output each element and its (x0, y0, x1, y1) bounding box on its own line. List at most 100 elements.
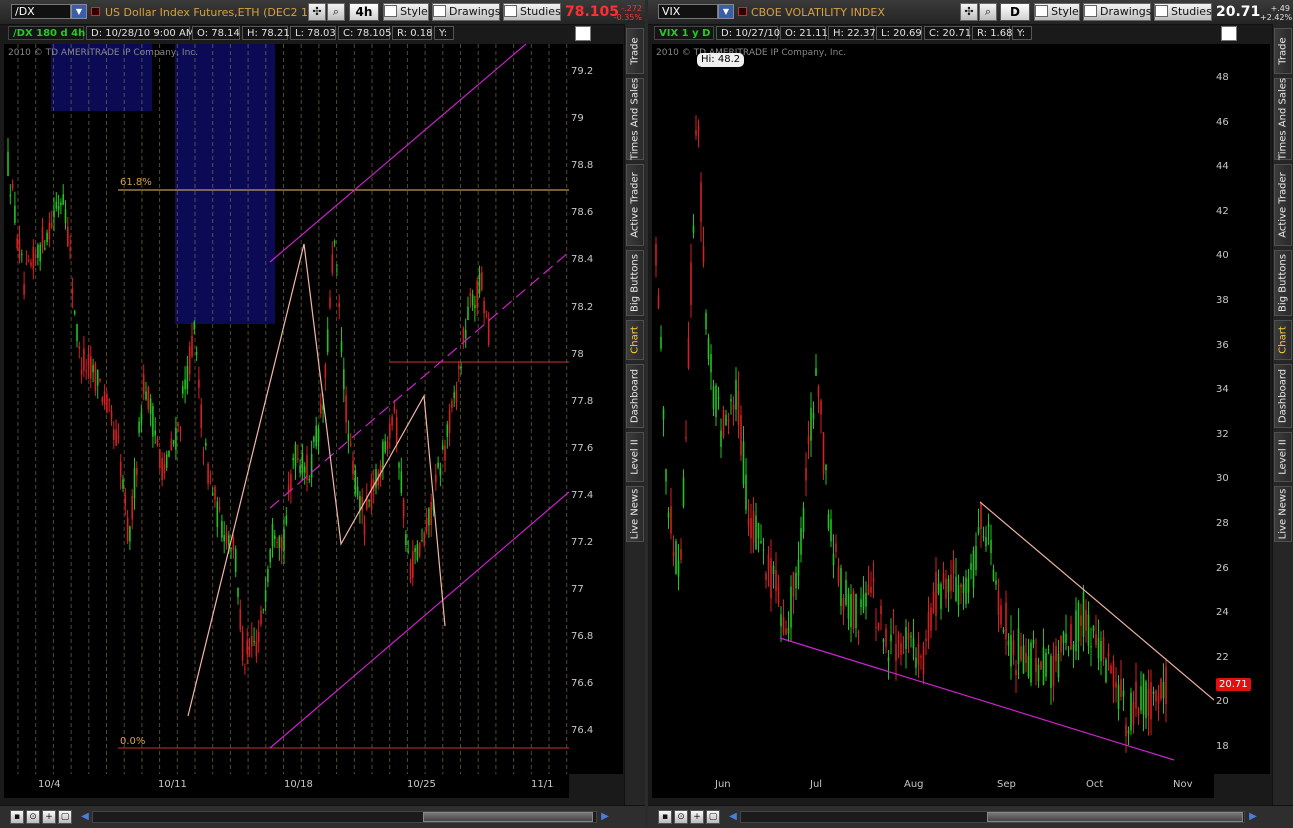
left-style-button[interactable]: Style (383, 3, 429, 21)
candle-body (382, 441, 384, 470)
time-axis-tick: Sep (997, 779, 1016, 790)
candle-body (439, 467, 442, 476)
candle-body (732, 404, 735, 410)
right-zoom-out-button[interactable]: ▪ (658, 810, 672, 824)
right-scrollbar[interactable] (740, 811, 1245, 823)
left-chart-panel: /DX ▼ US Dollar Index Futures,ETH (DEC2 … (0, 0, 645, 828)
sidebar-tab-level-ii[interactable]: Level II (1274, 432, 1292, 482)
candle-body (1047, 648, 1050, 650)
right-scroll-left-icon[interactable]: ◀ (728, 810, 738, 824)
sidebar-tab-trade[interactable]: Trade (626, 28, 644, 74)
candle-body (1037, 664, 1040, 681)
candle-body (690, 262, 692, 306)
candle-body (1130, 692, 1132, 731)
right-aggregation-button[interactable]: D (1000, 3, 1030, 21)
sidebar-tab-label: Times And Sales (1277, 77, 1289, 161)
right-zoom-in-button[interactable]: + (690, 810, 704, 824)
candle-body (251, 635, 253, 647)
left-scroll-left-icon[interactable]: ◀ (80, 810, 90, 824)
sidebar-tab-chart[interactable]: Chart (626, 320, 644, 360)
candle-body (90, 356, 92, 379)
right-style-button[interactable]: Style (1034, 3, 1080, 21)
left-price-axis[interactable]: 79.2 79 78.8 78.6 78.4 78.2 78 77.8 77.6 77.4 77.2… (569, 44, 623, 774)
right-zoom-options-button[interactable]: ▢ (706, 810, 720, 824)
right-drawings-button[interactable]: Drawings (1083, 3, 1151, 21)
candle-body (444, 445, 446, 461)
right-favorite-icon[interactable] (738, 7, 747, 16)
candle-body (1087, 614, 1090, 646)
right-time-axis[interactable]: Jun Jul Aug Sep Oct Nov (652, 774, 1214, 798)
right-crosshair-tool-button[interactable]: ✣ (960, 3, 978, 21)
sidebar-tab-active-trader[interactable]: Active Trader (1274, 164, 1292, 246)
left-symbol-description: US Dollar Index Futures,ETH (DEC2 10) (105, 6, 320, 19)
left-time-axis[interactable]: 10/4 10/11 10/18 10/25 11/1 (4, 774, 569, 798)
candle-body (336, 264, 338, 266)
sidebar-tab-live-news[interactable]: Live News (626, 486, 644, 542)
left-symbol-dropdown-icon[interactable]: ▼ (71, 4, 87, 19)
sidebar-tab-times-and-sales[interactable]: Times And Sales (1274, 78, 1292, 160)
candle-body (485, 310, 488, 312)
left-studies-button[interactable]: Studies (503, 3, 561, 21)
candle-body (471, 294, 474, 306)
left-info-range: R: 0.18 (392, 26, 432, 40)
candle-body (872, 577, 875, 583)
candle-body (317, 428, 320, 442)
candle-body (792, 572, 795, 597)
candle-body (805, 467, 807, 481)
sidebar-tab-active-trader[interactable]: Active Trader (626, 164, 644, 246)
right-studies-button[interactable]: Studies (1154, 3, 1212, 21)
candle-body (755, 515, 757, 550)
candle-body (922, 645, 925, 675)
right-zoom-fit-button[interactable]: ⊙ (674, 810, 688, 824)
right-info-low: L: 20.69 (876, 26, 922, 40)
sidebar-tab-big-buttons[interactable]: Big Buttons (626, 250, 644, 316)
sidebar-tab-big-buttons[interactable]: Big Buttons (1274, 250, 1292, 316)
candle-body (965, 577, 967, 605)
left-zoom-in-button[interactable]: + (42, 810, 56, 824)
sidebar-tab-trade[interactable]: Trade (1274, 28, 1292, 74)
left-scroll-right-icon[interactable]: ▶ (600, 810, 610, 824)
left-zoom-tool-button[interactable]: ⌕ (327, 3, 345, 21)
right-symbol-dropdown-icon[interactable]: ▼ (718, 4, 734, 19)
left-drawings-button[interactable]: Drawings (432, 3, 500, 21)
right-zoom-tool-button[interactable]: ⌕ (979, 3, 997, 21)
left-scroll-thumb[interactable] (423, 812, 593, 822)
sidebar-tab-dashboard[interactable]: Dashboard (1274, 364, 1292, 428)
sidebar-tab-chart[interactable]: Chart (1274, 320, 1292, 360)
candle-body (92, 365, 94, 373)
sidebar-tab-times-and-sales[interactable]: Times And Sales (626, 78, 644, 160)
candle-body (94, 363, 97, 392)
sidebar-tab-dashboard[interactable]: Dashboard (626, 364, 644, 428)
candle-body (737, 391, 740, 425)
candle-body (955, 576, 957, 601)
candle-body (53, 209, 55, 218)
right-scroll-thumb[interactable] (987, 812, 1243, 822)
left-favorite-icon[interactable] (91, 7, 100, 16)
left-chart-area[interactable]: 2010 © TD AMERITRADE IP Company, Inc. 61… (4, 44, 569, 774)
right-chart-area[interactable]: 2010 © TD AMERITRADE IP Company, Inc. Hi… (652, 44, 1214, 774)
right-chart-settings-icon[interactable] (1221, 26, 1237, 41)
candle-body (960, 584, 962, 588)
sidebar-tab-level-ii[interactable]: Level II (626, 432, 644, 482)
left-crosshair-tool-button[interactable]: ✣ (308, 3, 326, 21)
candle-body (241, 631, 244, 661)
candle-body (299, 465, 301, 473)
right-scroll-right-icon[interactable]: ▶ (1248, 810, 1258, 824)
left-symbol-input[interactable]: /DX (11, 4, 71, 19)
left-scrollbar[interactable] (92, 811, 597, 823)
left-aggregation-button[interactable]: 4h (349, 3, 379, 21)
left-zoom-options-button[interactable]: ▢ (58, 810, 72, 824)
candle-body (175, 427, 177, 450)
left-chart-settings-icon[interactable] (575, 26, 591, 41)
left-zoom-fit-button[interactable]: ⊙ (26, 810, 40, 824)
candle-body (30, 262, 32, 266)
left-fib-618-label: 61.8% (120, 177, 152, 188)
right-symbol-input[interactable]: VIX (658, 4, 718, 19)
candle-body (1025, 653, 1027, 664)
right-price-axis[interactable]: 20.71 48 46 44 42 40 38 36 34 32 30 28 26 24 22 20 18 (1214, 44, 1270, 774)
candle-body (464, 329, 467, 339)
candle-body (437, 462, 439, 468)
sidebar-tab-live-news[interactable]: Live News (1274, 486, 1292, 542)
left-zoom-out-button[interactable]: ▪ (10, 810, 24, 824)
candle-body (122, 479, 124, 489)
